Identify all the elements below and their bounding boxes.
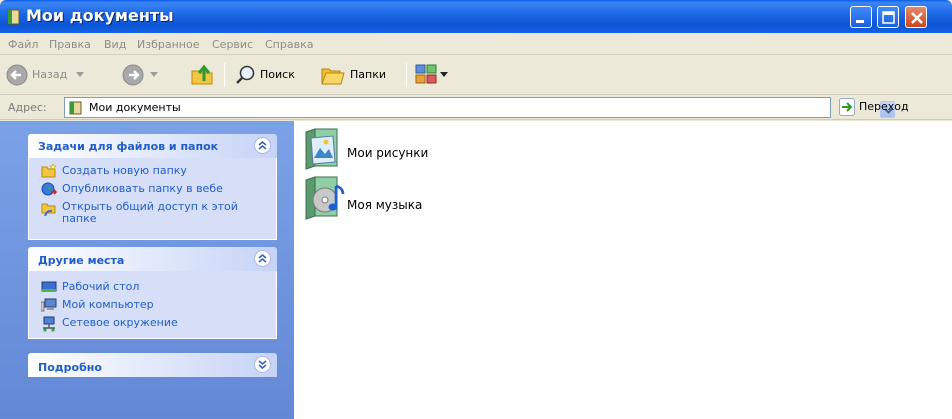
my-computer-icon bbox=[41, 298, 57, 312]
my-music-folder-icon bbox=[305, 176, 345, 220]
expand-button[interactable] bbox=[254, 356, 271, 373]
explorer-window: Мои документы Файл Правка Вид Избранное … bbox=[0, 0, 952, 419]
maximize-icon bbox=[882, 11, 895, 24]
my-pictures-folder-icon bbox=[305, 128, 338, 170]
maximize-button[interactable] bbox=[877, 6, 899, 28]
task-label: Открыть общий доступ к этой папке bbox=[62, 201, 238, 225]
title-bar[interactable]: Мои документы bbox=[0, 0, 952, 33]
folders-button[interactable]: Папки bbox=[320, 55, 400, 95]
panel-body: Создать новую папку Опубликовать папку в… bbox=[28, 158, 277, 240]
menu-help[interactable]: Справка bbox=[265, 38, 313, 51]
file-folder-tasks-panel: Задачи для файлов и папок Создать новую … bbox=[28, 134, 277, 240]
toolbar: Назад Поиск Папки bbox=[0, 55, 952, 95]
task-label: Создать новую папку bbox=[62, 164, 187, 177]
minimize-button[interactable] bbox=[850, 6, 872, 28]
chevron-up-double-icon bbox=[258, 253, 267, 263]
forward-arrow-icon bbox=[122, 64, 144, 86]
back-button[interactable]: Назад bbox=[4, 55, 94, 95]
task-label-line: папке bbox=[62, 212, 97, 225]
go-label: Переход bbox=[859, 100, 909, 113]
menu-bar: Файл Правка Вид Избранное Сервис Справка bbox=[0, 33, 952, 55]
toolbar-separator bbox=[406, 63, 407, 87]
panel-header[interactable]: Другие места bbox=[28, 247, 277, 271]
other-places-panel: Другие места Рабочий стол Мой компьютер … bbox=[28, 247, 277, 339]
folder-content: Мои рисунки Моя музыка bbox=[294, 121, 952, 419]
menu-edit[interactable]: Правка bbox=[49, 38, 91, 51]
collapse-button[interactable] bbox=[254, 250, 271, 267]
forward-button[interactable] bbox=[120, 55, 170, 95]
folder-item-my-music[interactable]: Моя музыка bbox=[303, 176, 473, 222]
go-arrow-icon bbox=[839, 98, 855, 116]
panel-header[interactable]: Подробно bbox=[28, 353, 277, 377]
up-folder-icon bbox=[191, 64, 213, 85]
search-icon bbox=[236, 65, 255, 84]
menu-file[interactable]: Файл bbox=[8, 38, 38, 51]
collapse-button[interactable] bbox=[254, 137, 271, 154]
close-icon bbox=[911, 12, 923, 24]
forward-dropdown-icon[interactable] bbox=[150, 72, 158, 78]
panel-title: Другие места bbox=[38, 254, 125, 267]
task-pane: Задачи для файлов и папок Создать новую … bbox=[0, 121, 294, 419]
documents-folder-icon bbox=[69, 101, 82, 115]
desktop-icon bbox=[41, 281, 57, 292]
share-folder-icon bbox=[41, 203, 56, 216]
panel-title: Задачи для файлов и папок bbox=[38, 140, 219, 153]
search-button[interactable]: Поиск bbox=[232, 55, 314, 95]
folders-label: Папки bbox=[350, 68, 386, 81]
menu-tools[interactable]: Сервис bbox=[212, 38, 253, 51]
task-label: Опубликовать папку в вебе bbox=[62, 182, 223, 195]
place-label: Рабочий стол bbox=[62, 280, 140, 293]
menu-favorites[interactable]: Избранное bbox=[137, 38, 199, 51]
views-button[interactable] bbox=[413, 55, 453, 95]
minimize-icon bbox=[856, 20, 864, 23]
views-icon bbox=[415, 64, 437, 84]
address-label: Адрес: bbox=[8, 101, 47, 114]
views-dropdown-icon bbox=[440, 72, 448, 77]
chevron-up-double-icon bbox=[258, 140, 267, 150]
details-panel: Подробно bbox=[28, 353, 277, 377]
place-label: Сетевое окружение bbox=[62, 316, 178, 329]
address-value: Мои документы bbox=[89, 101, 181, 114]
menu-view[interactable]: Вид bbox=[104, 38, 126, 51]
back-dropdown-icon[interactable] bbox=[76, 72, 84, 78]
back-label: Назад bbox=[32, 68, 68, 81]
publish-web-icon bbox=[41, 182, 57, 196]
folders-icon bbox=[321, 68, 345, 85]
folder-item-my-pictures[interactable]: Мои рисунки bbox=[303, 128, 473, 172]
panel-body: Рабочий стол Мой компьютер Сетевое окруж… bbox=[28, 271, 277, 339]
address-bar: Адрес: Мои документы Переход bbox=[0, 95, 952, 120]
go-button[interactable]: Переход bbox=[839, 98, 949, 117]
back-arrow-icon bbox=[6, 64, 28, 86]
address-input[interactable]: Мои документы bbox=[64, 97, 895, 118]
panel-header[interactable]: Задачи для файлов и папок bbox=[28, 134, 277, 158]
panel-title: Подробно bbox=[38, 361, 102, 374]
place-label: Мой компьютер bbox=[62, 298, 154, 311]
folder-name: Моя музыка bbox=[347, 198, 423, 212]
network-icon bbox=[43, 316, 55, 332]
new-folder-icon bbox=[41, 164, 57, 178]
folder-name: Мои рисунки bbox=[347, 146, 429, 160]
toolbar-separator bbox=[224, 63, 225, 87]
window-title: Мои документы bbox=[26, 6, 174, 25]
search-label: Поиск bbox=[260, 68, 295, 81]
chevron-down-double-icon bbox=[258, 360, 267, 370]
up-folder-button[interactable] bbox=[188, 55, 218, 95]
close-button[interactable] bbox=[905, 6, 927, 28]
documents-folder-icon bbox=[7, 9, 20, 25]
